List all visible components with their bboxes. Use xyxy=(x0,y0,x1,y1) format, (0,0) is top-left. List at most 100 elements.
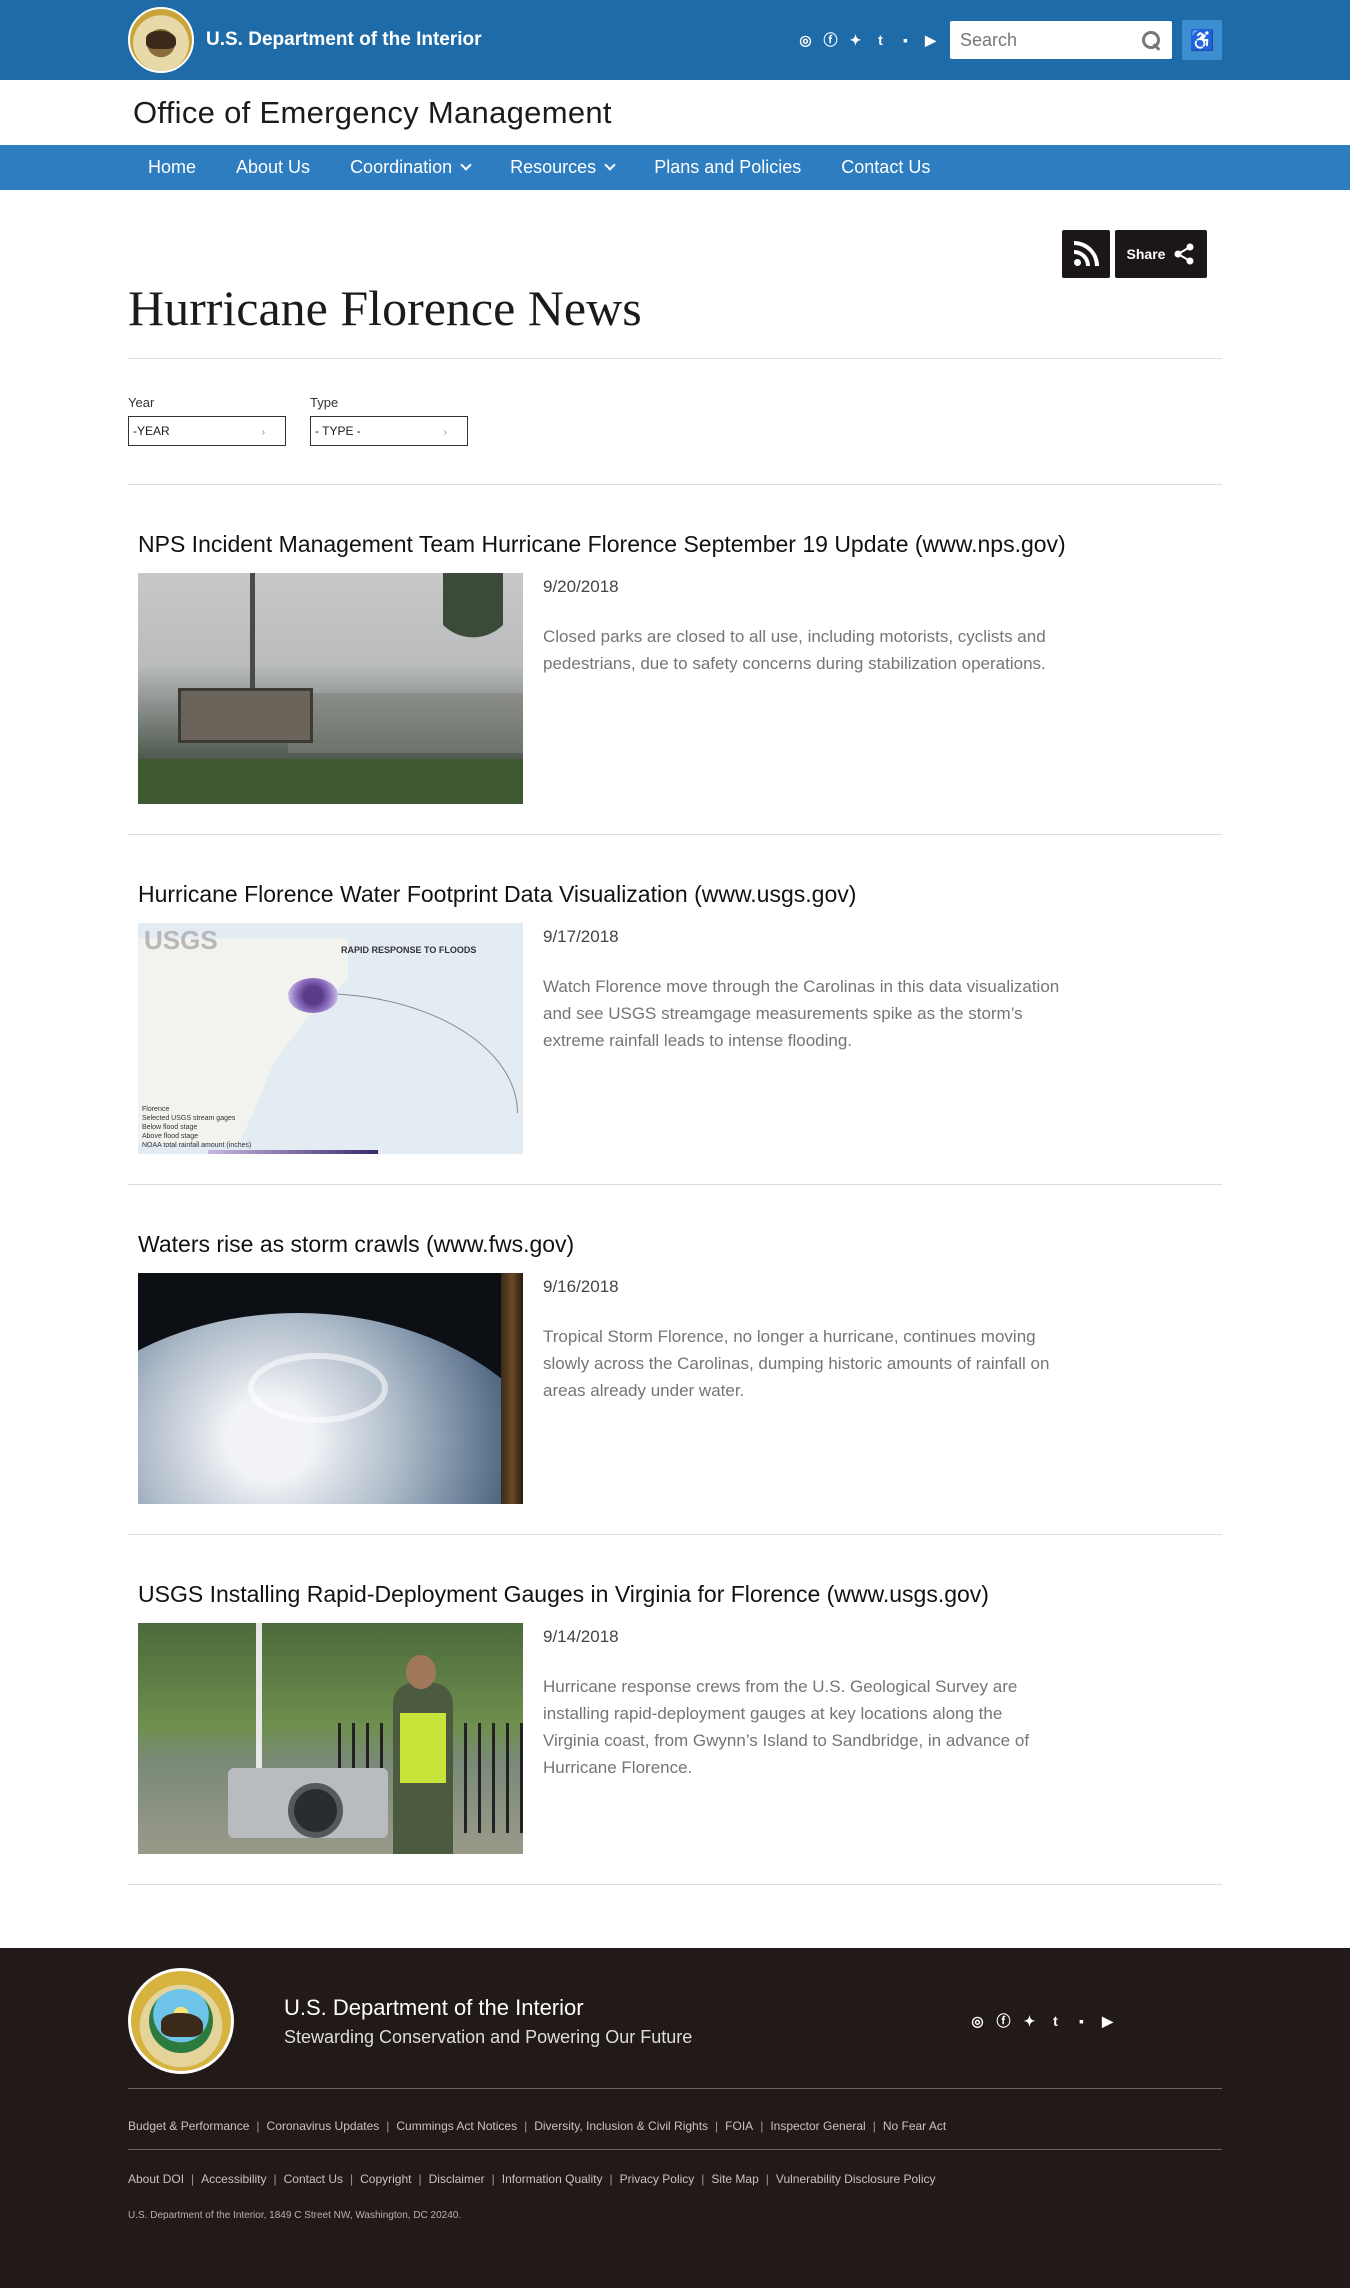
footer-link[interactable]: Inspector General xyxy=(770,2119,865,2133)
footer-link[interactable]: Site Map xyxy=(711,2172,758,2186)
twitter-icon[interactable]: ✦ xyxy=(846,31,865,50)
footer-link[interactable]: Diversity, Inclusion & Civil Rights xyxy=(534,2119,708,2133)
nav-label: Plans and Policies xyxy=(654,157,802,177)
news-item-title[interactable]: Hurricane Florence Water Footprint Data … xyxy=(138,880,1212,908)
nav-label: About Us xyxy=(236,157,311,177)
news-item-summary: Watch Florence move through the Carolina… xyxy=(543,977,1060,1050)
thumb-heading: RAPID RESPONSE TO FLOODS xyxy=(341,945,477,955)
main-content: Share Hurricane Florence News Year -YEAR… xyxy=(0,190,1350,1885)
facebook-icon[interactable]: ⓕ xyxy=(821,31,840,50)
bison-icon xyxy=(146,31,176,49)
nav-label: Coordination xyxy=(350,157,453,177)
footer-link[interactable]: Disclaimer xyxy=(429,2172,485,2186)
tumblr-icon[interactable]: t xyxy=(871,31,890,50)
chevron-right-icon: › xyxy=(261,427,265,438)
share-icon xyxy=(1173,243,1195,265)
news-item-date: 9/16/2018 xyxy=(543,1277,619,1296)
news-item-summary: Hurricane response crews from the U.S. G… xyxy=(543,1677,1030,1777)
news-item-title[interactable]: USGS Installing Rapid-Deployment Gauges … xyxy=(138,1580,1212,1608)
footer-link[interactable]: Coronavirus Updates xyxy=(267,2119,380,2133)
year-filter-label: Year xyxy=(128,395,155,410)
news-item-image[interactable] xyxy=(138,1623,523,1854)
search-box xyxy=(950,21,1172,59)
doi-seal-logo[interactable] xyxy=(128,7,194,73)
office-banner: Office of Emergency Management xyxy=(0,80,1350,145)
year-select[interactable]: -YEAR › xyxy=(128,416,286,446)
footer-tagline: Stewarding Conservation and Powering Our… xyxy=(284,2026,693,2047)
wheelchair-icon: ♿ xyxy=(1189,29,1215,52)
youtube-icon[interactable]: ▶ xyxy=(1098,2012,1117,2031)
rss-button[interactable] xyxy=(1062,230,1110,278)
footer-link[interactable]: Privacy Policy xyxy=(620,2172,695,2186)
nav-item-home[interactable]: Home xyxy=(128,145,216,190)
news-item-summary: Closed parks are closed to all use, incl… xyxy=(543,627,1046,673)
news-item-title[interactable]: Waters rise as storm crawls (www.fws.gov… xyxy=(138,1230,1212,1258)
footer-link[interactable]: Vulnerability Disclosure Policy xyxy=(776,2172,936,2186)
bison-icon xyxy=(161,2013,203,2037)
footer-link[interactable]: Budget & Performance xyxy=(128,2119,249,2133)
news-item: Waters rise as storm crawls (www.fws.gov… xyxy=(128,1185,1222,1534)
footer-address: U.S. Department of the Interior, 1849 C … xyxy=(128,2210,462,2221)
page-tools: Share xyxy=(128,230,1207,278)
nav-label: Home xyxy=(148,157,197,177)
nav-label: Resources xyxy=(510,157,597,177)
news-item-image[interactable]: USGS RAPID RESPONSE TO FLOODS Florence S… xyxy=(138,923,523,1154)
search-icon[interactable] xyxy=(1140,29,1162,51)
nav-item-coordination[interactable]: Coordination xyxy=(330,145,490,190)
share-label: Share xyxy=(1126,246,1166,262)
thumb-logo: USGS xyxy=(144,925,218,955)
instagram-icon[interactable]: ◎ xyxy=(968,2012,987,2031)
footer-links-primary: Budget & Performance | Coronavirus Update… xyxy=(128,2119,947,2133)
nav-label: Contact Us xyxy=(841,157,931,177)
facebook-icon[interactable]: ⓕ xyxy=(994,2012,1013,2031)
footer-link[interactable]: Accessibility xyxy=(201,2172,266,2186)
news-item-date: 9/17/2018 xyxy=(543,927,619,946)
news-item-date: 9/14/2018 xyxy=(543,1627,619,1646)
footer-link[interactable]: Copyright xyxy=(360,2172,411,2186)
chevron-right-icon: › xyxy=(443,427,447,438)
office-title[interactable]: Office of Emergency Management xyxy=(133,95,612,131)
nav-item-resources[interactable]: Resources xyxy=(490,145,634,190)
flickr-icon[interactable]: ▪ xyxy=(1072,2012,1091,2031)
chevron-down-icon xyxy=(460,159,472,171)
news-item: USGS Installing Rapid-Deployment Gauges … xyxy=(128,1535,1222,1884)
doi-seal-logo[interactable] xyxy=(128,1968,234,2074)
instagram-icon[interactable]: ◎ xyxy=(796,31,815,50)
footer-social-links: ◎ ⓕ ✦ t ▪ ▶ xyxy=(968,2012,1117,2031)
news-item: NPS Incident Management Team Hurricane F… xyxy=(128,485,1222,834)
footer-link[interactable]: About DOI xyxy=(128,2172,184,2186)
year-filter: Year -YEAR › xyxy=(128,395,286,446)
footer-link[interactable]: FOIA xyxy=(725,2119,753,2133)
search-input[interactable] xyxy=(960,29,1130,51)
chevron-down-icon xyxy=(604,159,616,171)
thumb-legend: Florence Selected USGS stream gages Belo… xyxy=(142,1106,252,1149)
main-nav: Home About Us Coordination Resources Pla… xyxy=(0,145,1350,190)
news-item-title[interactable]: NPS Incident Management Team Hurricane F… xyxy=(138,530,1212,558)
nav-item-about-us[interactable]: About Us xyxy=(216,145,330,190)
accessibility-button[interactable]: ♿ xyxy=(1182,20,1222,60)
footer-link[interactable]: Contact Us xyxy=(284,2172,343,2186)
agency-name[interactable]: U.S. Department of the Interior xyxy=(206,29,482,51)
type-select[interactable]: - TYPE - › xyxy=(310,416,468,446)
type-select-value: - TYPE - xyxy=(315,424,361,438)
site-footer: U.S. Department of the Interior Stewardi… xyxy=(0,1948,1350,2288)
nav-item-contact-us[interactable]: Contact Us xyxy=(821,145,950,190)
nav-item-plans-and-policies[interactable]: Plans and Policies xyxy=(634,145,821,190)
footer-links-secondary: About DOI | Accessibility | Contact Us | Co… xyxy=(128,2172,936,2186)
footer-link[interactable]: Information Quality xyxy=(502,2172,603,2186)
news-item-image[interactable] xyxy=(138,1273,523,1504)
type-filter: Type - TYPE - › xyxy=(310,395,468,446)
top-bar: U.S. Department of the Interior ◎ ⓕ ✦ t … xyxy=(0,0,1350,80)
footer-link[interactable]: Cummings Act Notices xyxy=(396,2119,517,2133)
news-item: Hurricane Florence Water Footprint Data … xyxy=(128,835,1222,1184)
type-filter-label: Type xyxy=(310,395,339,410)
footer-link[interactable]: No Fear Act xyxy=(883,2119,946,2133)
news-item-image[interactable] xyxy=(138,573,523,804)
twitter-icon[interactable]: ✦ xyxy=(1020,2012,1039,2031)
tumblr-icon[interactable]: t xyxy=(1046,2012,1065,2031)
flickr-icon[interactable]: ▪ xyxy=(896,31,915,50)
divider xyxy=(128,1884,1222,1885)
share-button[interactable]: Share xyxy=(1115,230,1207,278)
page-title: Hurricane Florence News xyxy=(128,280,642,336)
youtube-icon[interactable]: ▶ xyxy=(921,31,940,50)
